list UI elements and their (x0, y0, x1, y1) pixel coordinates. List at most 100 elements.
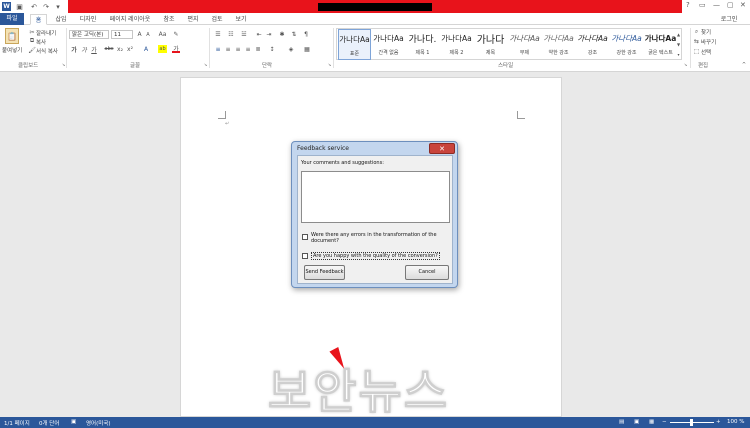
style-title[interactable]: 가나다 제목 (474, 29, 507, 60)
read-mode-icon[interactable]: ▤ (619, 419, 624, 425)
select-button[interactable]: 선택 (701, 48, 711, 56)
align-right-icon[interactable]: ≡ (234, 45, 242, 53)
zoom-in-button[interactable]: + (716, 419, 721, 425)
subscript-icon[interactable]: x₂ (116, 45, 124, 53)
zoom-slider-thumb[interactable] (690, 419, 693, 426)
tab-review[interactable]: 검토 (209, 14, 225, 25)
replace-icon[interactable]: ⇆ (693, 38, 700, 45)
style-heading-1[interactable]: 가나다. 제목 1 (406, 29, 439, 60)
tab-page-layout[interactable]: 페이지 레이아웃 (106, 14, 154, 25)
tab-design[interactable]: 디자인 (77, 14, 99, 25)
font-launcher-icon[interactable]: ↘ (203, 62, 208, 67)
paste-icon[interactable]: 📋 (5, 28, 19, 44)
tab-mailings[interactable]: 편지 (185, 14, 201, 25)
tab-file[interactable]: 파일 (0, 13, 24, 25)
comments-textarea[interactable] (301, 171, 450, 223)
errors-checkbox[interactable] (302, 234, 308, 240)
style-subtle-emphasis[interactable]: 가나다Aa 약한 강조 (542, 29, 575, 60)
style-heading-2[interactable]: 가나다Aa 제목 2 (440, 29, 473, 60)
save-icon[interactable]: ▣ (15, 2, 24, 11)
text-effects-icon[interactable]: A (142, 45, 150, 53)
change-case-icon[interactable]: Aa (157, 30, 168, 38)
font-color-icon[interactable]: 가 (172, 45, 180, 53)
style-no-spacing[interactable]: 가나다Aa 간격 없음 (372, 29, 405, 60)
word-app-icon[interactable]: W (2, 2, 11, 11)
send-feedback-button[interactable]: Send Feedback (304, 265, 345, 280)
gallery-scroll-up-icon[interactable]: ▲ (675, 30, 682, 39)
decrease-indent-icon[interactable]: ⇤ (255, 30, 263, 38)
web-layout-icon[interactable]: ▦ (649, 419, 654, 425)
collapse-ribbon-icon[interactable]: ^ (741, 62, 747, 68)
word-count[interactable]: 0개 단어 (39, 419, 59, 427)
underline-icon[interactable]: 가 (90, 45, 98, 54)
highlight-color-icon[interactable]: ab (158, 45, 167, 53)
gallery-scroll-down-icon[interactable]: ▼ (675, 40, 682, 49)
customize-quick-access-icon[interactable]: ▾ (54, 2, 62, 11)
align-center-icon[interactable]: ≡ (224, 45, 232, 53)
font-name-combo[interactable]: 맑은 고딕(본) (69, 30, 109, 39)
paste-button[interactable]: 붙여넣기 (2, 46, 22, 54)
numbering-icon[interactable]: ☷ (227, 30, 235, 38)
help-button[interactable]: ? (686, 1, 690, 9)
gallery-more-icon[interactable]: ▾ (675, 50, 682, 59)
sort-icon[interactable]: ⇅ (290, 30, 298, 38)
bullets-icon[interactable]: ☰ (214, 30, 222, 38)
shading-icon[interactable]: ◈ (287, 45, 295, 53)
print-layout-icon[interactable]: ▣ (634, 419, 639, 425)
proofing-icon[interactable]: ▣ (71, 419, 76, 425)
strikethrough-icon[interactable]: abc (104, 45, 114, 53)
tab-view[interactable]: 보기 (233, 14, 249, 25)
find-button[interactable]: 찾기 (701, 28, 711, 36)
tab-references[interactable]: 참조 (161, 14, 177, 25)
bold-icon[interactable]: 가 (70, 45, 78, 54)
close-window-button[interactable]: ✕ (740, 1, 746, 9)
justify-icon[interactable]: ≡ (244, 45, 252, 53)
style-intense-emphasis[interactable]: 가나다Aa 강한 강조 (610, 29, 643, 60)
dialog-close-button[interactable]: ✕ (429, 143, 455, 154)
find-icon[interactable]: ⌕ (693, 28, 700, 35)
styles-launcher-icon[interactable]: ↘ (683, 62, 688, 67)
asian-layout-icon[interactable]: ✱ (278, 30, 286, 38)
font-size-combo[interactable]: 11 (111, 30, 133, 39)
multilevel-list-icon[interactable]: ☱ (240, 30, 248, 38)
tab-home[interactable]: 홈 (30, 14, 47, 25)
align-left-icon[interactable]: ≡ (214, 45, 222, 53)
show-marks-icon[interactable]: ¶ (302, 30, 310, 38)
minimize-button[interactable]: — (713, 1, 720, 9)
format-painter-icon[interactable]: 🖌 (28, 47, 36, 54)
shrink-font-icon[interactable]: A (145, 31, 151, 38)
ribbon-display-options-button[interactable]: ▭ (699, 1, 706, 9)
paragraph-launcher-icon[interactable]: ↘ (327, 62, 332, 67)
increase-indent-icon[interactable]: ⇥ (265, 30, 273, 38)
copy-icon[interactable]: ⧉ (29, 37, 35, 44)
grow-font-icon[interactable]: A (136, 30, 143, 38)
cut-icon[interactable]: ✂ (29, 29, 35, 36)
cancel-button[interactable]: Cancel (405, 265, 449, 280)
page-count[interactable]: 1/1 페이지 (4, 419, 30, 427)
replace-button[interactable]: 바꾸기 (701, 38, 716, 46)
quality-checkbox[interactable] (302, 253, 308, 259)
italic-icon[interactable]: 가 (80, 45, 88, 54)
copy-button[interactable]: 복사 (36, 38, 46, 46)
zoom-level[interactable]: 100 % (727, 419, 744, 425)
cut-button[interactable]: 잘라내기 (36, 29, 56, 37)
login-link[interactable]: 로그인 (717, 14, 741, 25)
tab-insert[interactable]: 삽입 (53, 14, 69, 25)
redo-icon[interactable]: ↷ (42, 2, 50, 11)
undo-icon[interactable]: ↶ (29, 2, 39, 11)
clear-formatting-icon[interactable]: ✎ (172, 30, 180, 38)
style-normal[interactable]: 가나다Aa 표준 (338, 29, 371, 60)
select-icon[interactable]: ⬚ (693, 48, 700, 55)
borders-icon[interactable]: ▦ (303, 45, 311, 53)
maximize-button[interactable]: ▢ (727, 1, 734, 9)
style-name: 제목 1 (415, 50, 430, 56)
style-subtitle[interactable]: 가나다Aa 부제 (508, 29, 541, 60)
distributed-icon[interactable]: ≣ (254, 45, 262, 53)
superscript-icon[interactable]: x² (126, 45, 134, 53)
language-indicator[interactable]: 영어(미국) (86, 419, 111, 427)
line-spacing-icon[interactable]: ↕ (268, 45, 276, 53)
zoom-out-button[interactable]: − (662, 419, 667, 425)
style-emphasis[interactable]: 가나다Aa 강조 (576, 29, 609, 60)
format-painter-button[interactable]: 서식 복사 (36, 47, 58, 55)
style-strong[interactable]: 가나다Aa 굵은 텍스트 (644, 29, 677, 60)
